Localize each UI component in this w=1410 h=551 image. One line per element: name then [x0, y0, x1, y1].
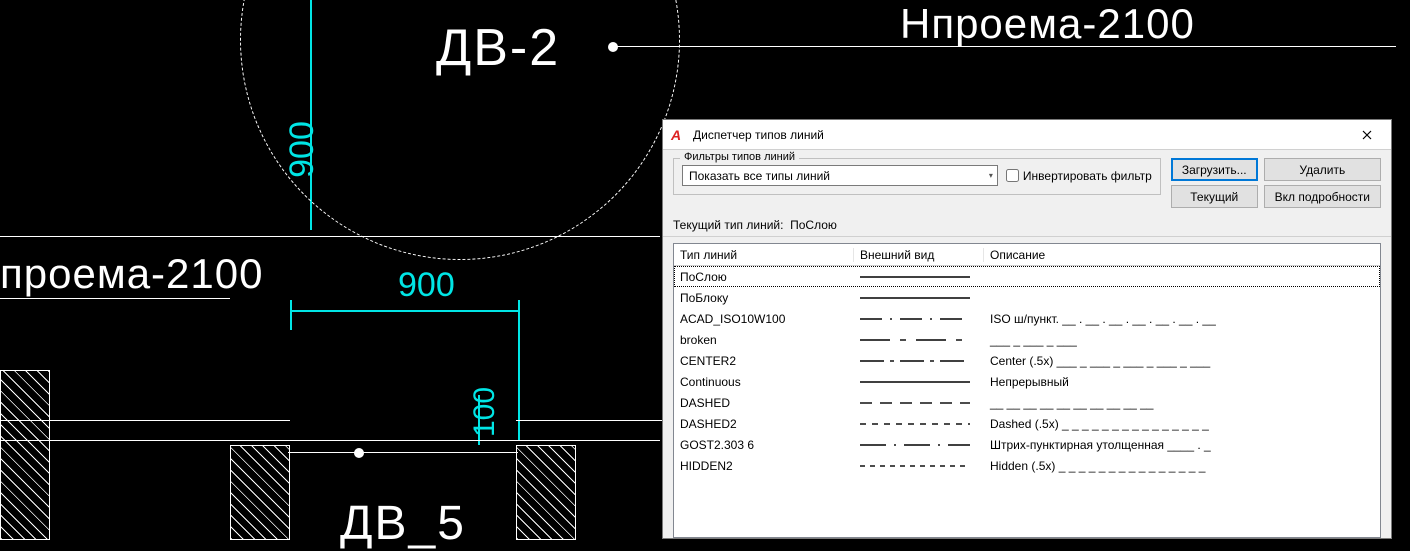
table-row[interactable]: DASHED2 Dashed (.5x) _ _ _ _ _ _ _ _ _ _ … [674, 413, 1380, 434]
linetype-table: Тип линий Внешний вид Описание ПоСлою ПоБ… [673, 243, 1381, 538]
cad-node [354, 448, 364, 458]
cell-name: GOST2.303 6 [674, 438, 854, 452]
filter-dropdown[interactable]: Показать все типы линий ▾ [682, 165, 998, 186]
cell-description: __ __ __ __ __ __ __ __ __ __ [984, 396, 1380, 410]
details-button[interactable]: Вкл подробности [1264, 185, 1381, 208]
titlebar[interactable]: A Диспетчер типов линий [663, 120, 1391, 150]
cell-appearance [854, 396, 984, 410]
cad-line [0, 236, 660, 237]
table-row[interactable]: DASHED __ __ __ __ __ __ __ __ __ __ [674, 392, 1380, 413]
chevron-down-icon: ▾ [989, 171, 993, 180]
cell-name: ACAD_ISO10W100 [674, 312, 854, 326]
cad-label-dv5: ДВ_5 [340, 496, 466, 551]
cell-appearance [854, 291, 984, 305]
cell-description: Непрерывный [984, 375, 1380, 389]
cell-name: DASHED [674, 396, 854, 410]
filter-legend: Фильтры типов линий [680, 151, 799, 163]
cell-description: ___ _ ___ _ ___ [984, 333, 1380, 347]
cad-dim-tick [518, 300, 520, 440]
cell-name: HIDDEN2 [674, 459, 854, 473]
dropdown-value: Показать все типы линий [689, 169, 830, 183]
cell-name: DASHED2 [674, 417, 854, 431]
load-button[interactable]: Загрузить... [1171, 158, 1258, 181]
linetype-manager-dialog: A Диспетчер типов линий Фильтры типов ли… [662, 119, 1392, 539]
current-button[interactable]: Текущий [1171, 185, 1258, 208]
filter-section: Фильтры типов линий Показать все типы ли… [663, 150, 1391, 214]
delete-button[interactable]: Удалить [1264, 158, 1381, 181]
cad-label-hproema2: проема-2100 [0, 250, 263, 298]
cad-label-hproema1: Нпроема-2100 [900, 0, 1195, 48]
cad-hatch [230, 445, 290, 540]
table-row[interactable]: ACAD_ISO10W100 ISO ш/пункт. __ . __ . __ … [674, 308, 1380, 329]
cell-description: Hidden (.5x) _ _ _ _ _ _ _ _ _ _ _ _ _ _… [984, 459, 1380, 473]
cell-appearance [854, 354, 984, 368]
cell-appearance [854, 459, 984, 473]
cad-dim-900h: 900 [398, 266, 455, 305]
filter-group: Фильтры типов линий Показать все типы ли… [673, 158, 1161, 195]
col-description[interactable]: Описание [984, 248, 1380, 262]
table-row[interactable]: CENTER2 Center (.5x) ___ _ ___ _ ___ _ __… [674, 350, 1380, 371]
cad-leader [856, 46, 1396, 47]
table-body: ПоСлою ПоБлоку ACAD_ISO10W100 ISO ш/пункт. … [674, 266, 1380, 476]
cad-leader [0, 298, 230, 299]
cad-line [516, 420, 666, 421]
table-row[interactable]: broken ___ _ ___ _ ___ [674, 329, 1380, 350]
cell-appearance [854, 270, 984, 284]
cell-name: broken [674, 333, 854, 347]
cell-appearance [854, 375, 984, 389]
cell-name: ПоСлою [674, 270, 854, 284]
col-appearance[interactable]: Внешний вид [854, 248, 984, 262]
cell-description: Dashed (.5x) _ _ _ _ _ _ _ _ _ _ _ _ _ _… [984, 417, 1380, 431]
cad-dim-tick [290, 300, 292, 330]
invert-filter-input[interactable] [1006, 169, 1019, 182]
cad-hatch [0, 370, 50, 540]
table-row[interactable]: ПоБлоку [674, 287, 1380, 308]
app-icon: A [671, 127, 687, 143]
cad-leader [288, 452, 518, 453]
table-row[interactable]: GOST2.303 6 Штрих-пунктирная утолщенная _… [674, 434, 1380, 455]
current-linetype-label: Текущий тип линий: ПоСлою [663, 214, 1391, 237]
table-row[interactable]: Continuous Непрерывный [674, 371, 1380, 392]
cad-arc [240, 0, 680, 260]
cad-dim-100: 100 [468, 387, 502, 437]
cad-hatch [516, 445, 576, 540]
cell-appearance [854, 438, 984, 452]
cell-name: ПоБлоку [674, 291, 854, 305]
close-icon [1362, 130, 1372, 140]
table-header: Тип линий Внешний вид Описание [674, 244, 1380, 266]
col-name[interactable]: Тип линий [674, 248, 854, 262]
table-row[interactable]: HIDDEN2 Hidden (.5x) _ _ _ _ _ _ _ _ _ _ … [674, 455, 1380, 476]
invert-filter-label: Инвертировать фильтр [1023, 169, 1152, 183]
dialog-title: Диспетчер типов линий [693, 128, 1347, 142]
cad-line [0, 440, 660, 441]
cell-name: Continuous [674, 375, 854, 389]
close-button[interactable] [1347, 121, 1387, 149]
cell-description: Center (.5x) ___ _ ___ _ ___ _ ___ _ ___ [984, 354, 1380, 368]
button-column: Загрузить... Удалить Текущий Вкл подробн… [1171, 158, 1381, 208]
cell-name: CENTER2 [674, 354, 854, 368]
cell-appearance [854, 312, 984, 326]
cell-description: Штрих-пунктирная утолщенная ____ . _ [984, 438, 1380, 452]
cell-description: ISO ш/пункт. __ . __ . __ . __ . __ . __… [984, 312, 1380, 326]
cell-appearance [854, 333, 984, 347]
cell-appearance [854, 417, 984, 431]
invert-filter-checkbox[interactable]: Инвертировать фильтр [1006, 169, 1152, 183]
table-row[interactable]: ПоСлою [674, 266, 1380, 287]
cad-dim-line [290, 310, 520, 312]
